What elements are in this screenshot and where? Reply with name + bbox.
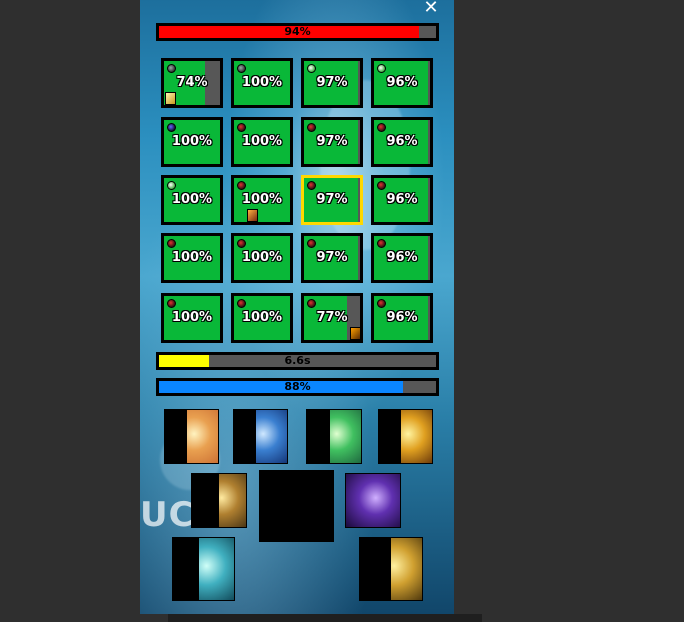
role-b-icon: [377, 239, 386, 248]
mana-bar: 88%: [156, 378, 439, 396]
role-b-icon: [237, 239, 246, 248]
raid-frame-health-label: 96%: [386, 75, 418, 90]
raid-frame-health-label: 77%: [316, 310, 348, 325]
raid-frame-cell[interactable]: 97%: [301, 58, 363, 108]
raid-frame-health-label: 100%: [171, 250, 213, 265]
raid-frame-cell[interactable]: 96%: [371, 117, 433, 167]
role-b-icon: [377, 181, 386, 190]
raid-frame-cell[interactable]: 96%: [371, 175, 433, 225]
raid-frame-health-label: 100%: [171, 192, 213, 207]
gold-column-spell-icon[interactable]: [359, 537, 423, 601]
spell-cooldown-overlay: [379, 410, 402, 463]
mana-bar-label: 88%: [284, 380, 311, 393]
role-b-icon: [167, 239, 176, 248]
raid-frame-cell[interactable]: 100%: [231, 58, 293, 108]
raid-frame-cell[interactable]: 96%: [371, 233, 433, 283]
raid-frame-cell[interactable]: 100%: [161, 293, 223, 343]
holy-light-spell-icon[interactable]: [164, 409, 219, 464]
raid-frame-cell[interactable]: 100%: [231, 293, 293, 343]
raid-frame-cell[interactable]: 100%: [161, 117, 223, 167]
spell-cooldown-overlay: [307, 410, 330, 463]
role-a-icon: [167, 64, 176, 73]
close-button[interactable]: ✕: [422, 0, 440, 18]
raid-frame-cell[interactable]: 77%: [301, 293, 363, 343]
raid-frame-cell[interactable]: 97%: [301, 175, 363, 225]
green-hand-spell-icon[interactable]: [306, 409, 362, 464]
empty-spell-slot-icon[interactable]: [259, 470, 334, 542]
role-b-icon: [237, 299, 246, 308]
spell-cooldown-overlay: [260, 471, 333, 541]
raid-frame-health-label: 100%: [241, 134, 283, 149]
raid-frame-cell[interactable]: 74%: [161, 58, 223, 108]
raid-frame-cell[interactable]: 97%: [301, 233, 363, 283]
raid-frame-cell[interactable]: 96%: [371, 58, 433, 108]
role-d-icon: [167, 123, 176, 132]
raid-frame-health-label: 100%: [241, 250, 283, 265]
raid-frame-health-label: 100%: [241, 310, 283, 325]
raid-frame-health-label: 97%: [316, 250, 348, 265]
gold-debuff-icon: [165, 92, 176, 105]
raid-frame-health-label: 97%: [316, 192, 348, 207]
raid-frame-health-label: 100%: [171, 310, 213, 325]
raid-frame-health-label: 97%: [316, 75, 348, 90]
role-b-icon: [307, 123, 316, 132]
cast-bar: 6.6s: [156, 352, 439, 370]
role-c-icon: [167, 181, 176, 190]
fire-debuff-icon: [247, 209, 258, 222]
golden-shield-spell-icon[interactable]: [191, 473, 247, 528]
raid-frame-health-label: 97%: [316, 134, 348, 149]
golden-burst-spell-icon[interactable]: [378, 409, 433, 464]
role-a-icon: [237, 64, 246, 73]
raid-frame-cell[interactable]: 100%: [231, 233, 293, 283]
role-b-icon: [307, 239, 316, 248]
raid-frame-cell[interactable]: 100%: [231, 175, 293, 225]
raid-frame-health-label: 96%: [386, 134, 418, 149]
raid-frame-health-label: 100%: [241, 75, 283, 90]
raid-frame-cell[interactable]: 96%: [371, 293, 433, 343]
raid-frame-health-label: 96%: [386, 250, 418, 265]
role-b-icon: [307, 181, 316, 190]
cyan-hand-spell-icon[interactable]: [172, 537, 235, 601]
raid-frame-cell[interactable]: 97%: [301, 117, 363, 167]
spell-cooldown-overlay: [234, 410, 257, 463]
raid-frame-cell[interactable]: 100%: [161, 233, 223, 283]
spell-cooldown-overlay: [165, 410, 188, 463]
bottom-strip: [168, 614, 482, 622]
health-bar-label: 94%: [284, 25, 311, 38]
raid-frame-cell[interactable]: 100%: [231, 117, 293, 167]
role-b-icon: [307, 299, 316, 308]
role-b-icon: [237, 123, 246, 132]
role-b-icon: [377, 299, 386, 308]
role-c-icon: [307, 64, 316, 73]
spell-cooldown-overlay: [360, 538, 391, 600]
raid-frame-health-label: 96%: [386, 192, 418, 207]
role-c-icon: [377, 64, 386, 73]
raid-frame-health-label: 74%: [176, 75, 208, 90]
player-health-bar: 94%: [156, 23, 439, 41]
role-b-icon: [237, 181, 246, 190]
role-b-icon: [377, 123, 386, 132]
raid-frame-health-label: 100%: [171, 134, 213, 149]
cast-bar-label: 6.6s: [284, 354, 311, 367]
role-b-icon: [167, 299, 176, 308]
raid-frame-health-label: 96%: [386, 310, 418, 325]
raid-frame-health-label: 100%: [241, 192, 283, 207]
spell-cooldown-overlay: [192, 474, 219, 527]
raid-frame-cell[interactable]: 100%: [161, 175, 223, 225]
orange-debuff-icon: [350, 327, 361, 340]
spell-cooldown-overlay: [173, 538, 199, 600]
blue-hand-spell-icon[interactable]: [233, 409, 288, 464]
purple-vortex-spell-icon[interactable]: [345, 473, 401, 528]
